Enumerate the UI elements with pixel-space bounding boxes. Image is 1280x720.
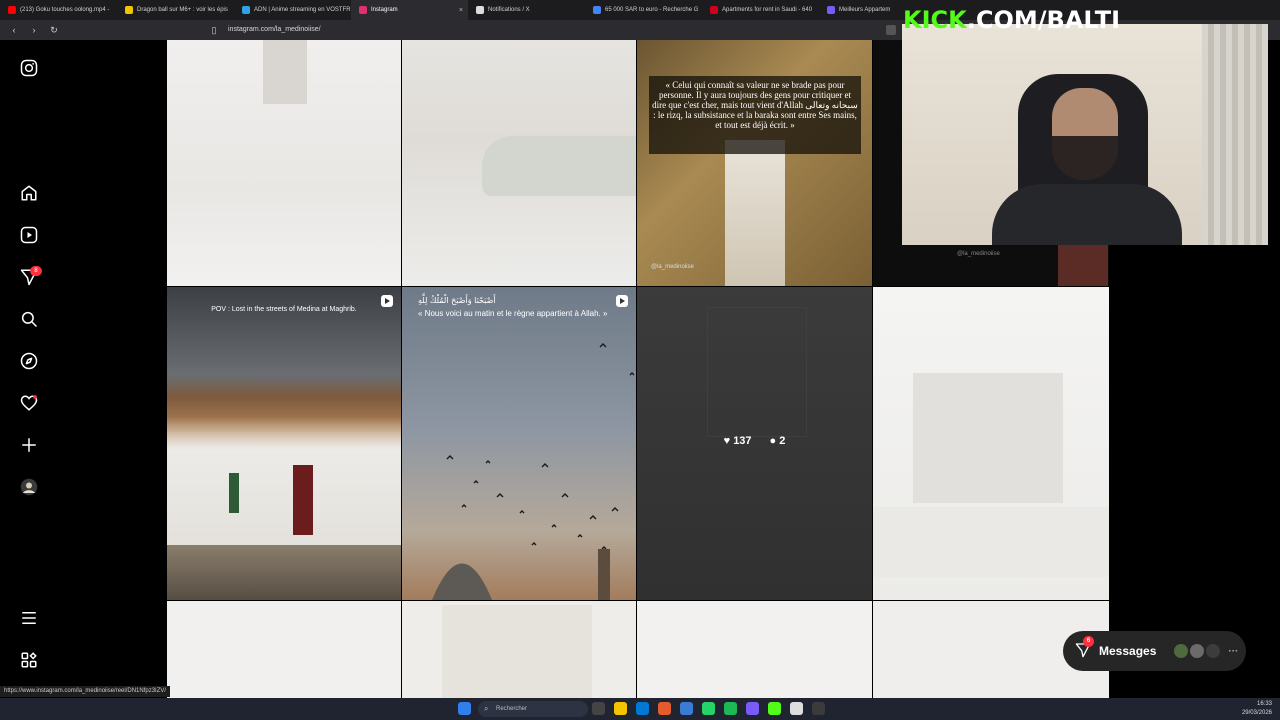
notifications-badge: 8 [30, 266, 42, 276]
tab-favicon-icon [125, 6, 133, 14]
avatar [1206, 644, 1221, 658]
menu-icon[interactable] [18, 607, 40, 629]
app-icon[interactable] [746, 702, 759, 715]
tab-favicon-icon [827, 6, 835, 14]
whatsapp-icon[interactable] [702, 702, 715, 715]
taskbar-search-placeholder: Rechercher [496, 706, 528, 712]
taskbar-clock[interactable]: 16:33 29/03/2026 [1242, 700, 1272, 718]
webcam-overlay [902, 24, 1268, 245]
tab-label: Meilleurs Appartem [839, 7, 891, 13]
post-thumbnail[interactable] [167, 601, 401, 698]
avatar [1190, 644, 1205, 658]
more-apps-icon[interactable] [18, 649, 40, 671]
birds-overlay [432, 343, 635, 600]
tab-favicon-icon [593, 6, 601, 14]
store-icon[interactable] [636, 702, 649, 715]
profile-avatar[interactable] [18, 476, 40, 498]
tab-label: Dragon ball sur M6+ : voir les épis [137, 7, 228, 13]
tab-label: ADN | Anime streaming en VOSTFR [254, 7, 351, 13]
browser-tab[interactable]: Instagram × [351, 0, 468, 20]
reload-icon[interactable]: ↻ [48, 25, 60, 36]
tab-favicon-icon [476, 6, 484, 14]
task-view-icon[interactable] [592, 702, 605, 715]
calculator-icon[interactable] [812, 702, 825, 715]
taskbar-search[interactable]: ⌕ Rechercher [478, 701, 588, 717]
more-icon[interactable]: ··· [1228, 646, 1238, 657]
brave-icon[interactable] [658, 702, 671, 715]
search-icon: ⌕ [484, 704, 489, 713]
reel-caption: POV : Lost in the streets of Medina at M… [211, 306, 357, 313]
post-thumbnail[interactable] [167, 40, 401, 286]
notion-icon[interactable] [790, 702, 803, 715]
browser-tab[interactable]: 65 000 SAR to euro - Recherche G [585, 0, 702, 20]
browser-tab[interactable]: ADN | Anime streaming en VOSTFR [234, 0, 351, 20]
back-icon[interactable]: ‹ [8, 25, 20, 35]
tab-label: 65 000 SAR to euro - Recherche G [605, 7, 699, 13]
zoom-icon[interactable] [886, 25, 896, 35]
comment-icon: ● [769, 435, 777, 447]
clock-date: 29/03/2026 [1241, 710, 1272, 716]
post-thumbnail[interactable] [402, 601, 636, 698]
instagram-logo-icon[interactable] [18, 57, 40, 79]
browser-tab[interactable]: Notifications / X [468, 0, 585, 20]
search-icon[interactable] [18, 308, 40, 330]
tab-close-icon[interactable]: × [459, 7, 463, 14]
comments-count-group: ● 2 [770, 435, 786, 447]
windows-taskbar: ⌕ Rechercher 16:33 29/03/2026 [0, 698, 1280, 720]
explore-icon[interactable] [18, 350, 40, 372]
post-thumbnail[interactable]: POV : Lost in the streets of Medina at M… [167, 287, 401, 600]
tab-favicon-icon [359, 6, 367, 14]
post-thumbnail[interactable] [402, 40, 636, 286]
post-thumbnail[interactable]: أَصْبَحْنَا وَأَصْبَحَ الْمُلْكُ لِلَّهِ… [402, 287, 636, 600]
app-icon[interactable] [680, 702, 693, 715]
avatar [1174, 644, 1189, 658]
kick-channel-banner: KICK.COM/BALTI [903, 6, 1121, 34]
tab-favicon-icon [710, 6, 718, 14]
browser-tab[interactable]: Apartments for rent in Saudi - 640 [702, 0, 819, 20]
comments-count: 2 [779, 435, 786, 447]
forward-icon[interactable]: › [28, 25, 40, 35]
url-field[interactable]: instagram.com/la_medinoiise/ [228, 23, 738, 37]
clock-time: 16:33 [1256, 701, 1272, 707]
tab-label: Instagram [371, 7, 398, 13]
post-thumbnail[interactable]: « Celui qui connaît sa valeur ne se brad… [637, 40, 872, 286]
instagram-sidebar: 8 [0, 40, 58, 698]
post-thumbnail[interactable] [873, 287, 1109, 600]
post-watermark: @la_medinoiise [651, 264, 694, 270]
message-avatars [1174, 644, 1221, 658]
post-hover-stats: ♥ 137 ● 2 [637, 435, 872, 447]
browser-tab[interactable]: (213) Goku touches oolong.mp4 - [0, 0, 117, 20]
tab-label: (213) Goku touches oolong.mp4 - [20, 7, 110, 13]
arabic-caption: أَصْبَحْنَا وَأَصْبَحَ الْمُلْكُ لِلَّهِ [418, 296, 496, 305]
browser-tab[interactable]: Dragon ball sur M6+ : voir les épis [117, 0, 234, 20]
status-bar-url: https://www.instagram.com/la_medinoiise/… [0, 686, 171, 697]
messages-button[interactable]: 6 Messages ··· [1063, 631, 1246, 671]
post-thumbnail-hovered[interactable]: ♥ 137 ● 2 [637, 287, 872, 600]
post-thumbnail[interactable] [637, 601, 872, 698]
messages-badge: 6 [1083, 635, 1094, 647]
reel-caption: « Nous voici au matin et le règne appart… [418, 309, 608, 318]
direct-messages-icon: 6 [1075, 635, 1094, 661]
bookmark-icon[interactable]: ▯ [208, 25, 220, 36]
app-icon[interactable] [768, 702, 781, 715]
reel-icon [616, 295, 628, 307]
likes-count-group: ♥ 137 [724, 435, 752, 447]
reel-icon [381, 295, 393, 307]
spotify-icon[interactable] [724, 702, 737, 715]
heart-icon: ♥ [723, 435, 731, 447]
tab-label: Notifications / X [488, 7, 530, 13]
home-icon[interactable] [18, 182, 40, 204]
messages-label: Messages [1099, 644, 1157, 658]
file-explorer-icon[interactable] [614, 702, 627, 715]
reels-icon[interactable] [18, 224, 40, 246]
quote-caption: « Celui qui connaît sa valeur ne se brad… [652, 80, 858, 130]
likes-count: 137 [733, 435, 752, 447]
tab-label: Apartments for rent in Saudi - 640 [722, 7, 813, 13]
create-icon[interactable] [18, 434, 40, 456]
post-watermark: @la_medinoiise [957, 251, 1000, 257]
tab-favicon-icon [242, 6, 250, 14]
tab-favicon-icon [8, 6, 16, 14]
heart-icon[interactable] [18, 392, 40, 414]
start-icon[interactable] [458, 702, 471, 715]
